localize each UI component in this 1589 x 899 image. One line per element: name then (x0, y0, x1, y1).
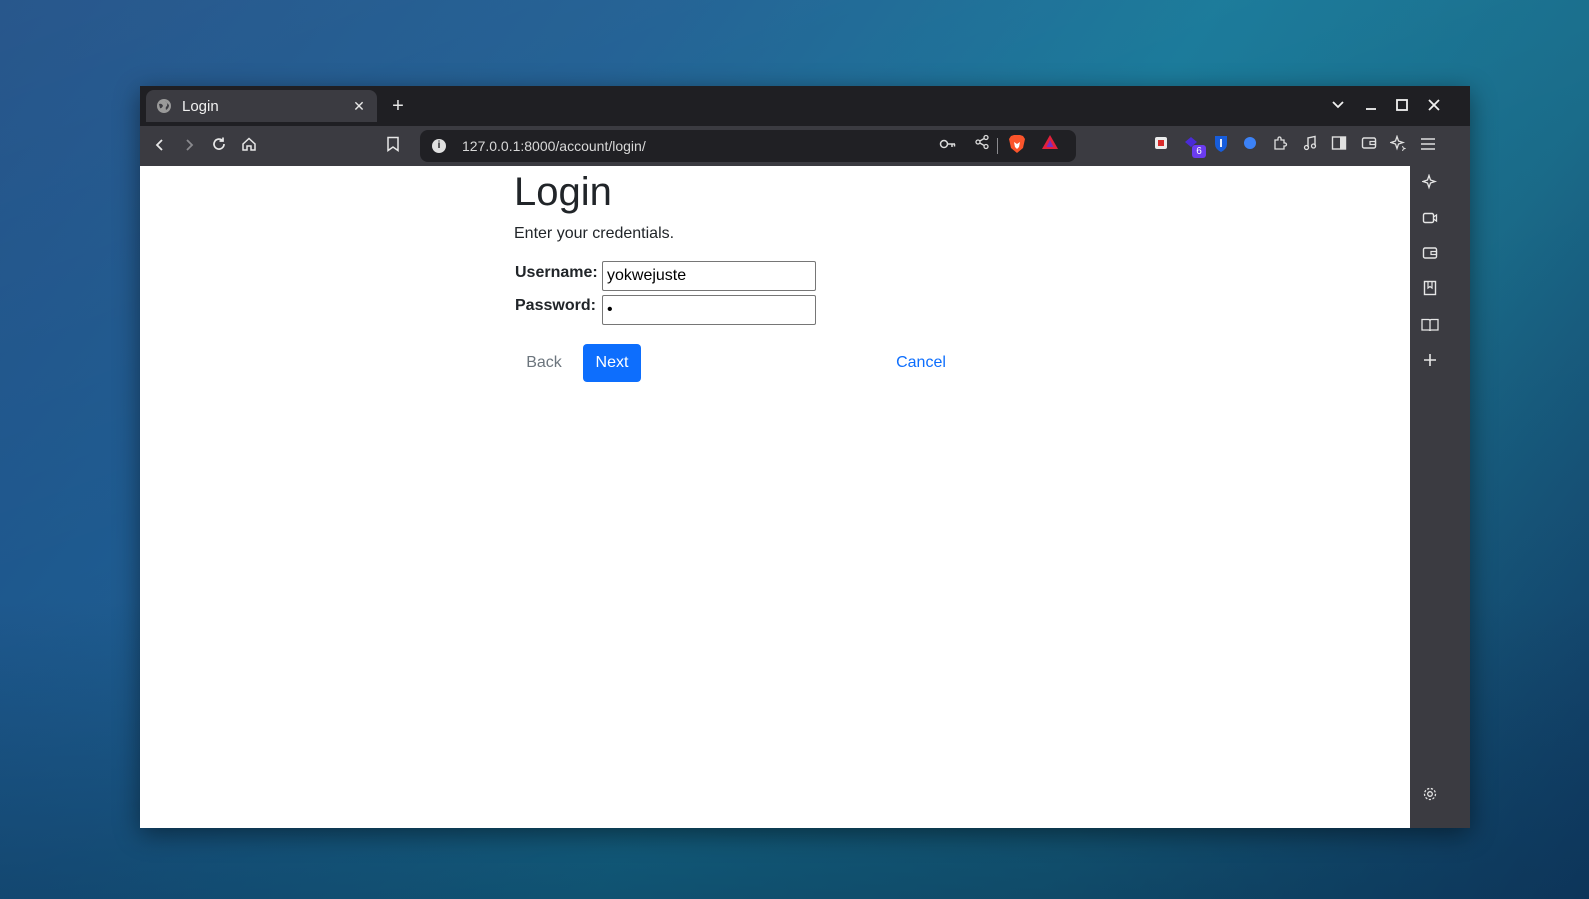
back-button[interactable]: Back (516, 344, 572, 382)
sidebar-toggle-icon[interactable] (1328, 135, 1350, 157)
key-icon[interactable] (937, 134, 959, 156)
triangle-icon[interactable] (1039, 134, 1061, 156)
bookmarks-icon[interactable] (1418, 280, 1442, 304)
password-label: Password: (515, 297, 596, 314)
browser-window: Login ✕ + i 127.0.0.1:8000/account/login… (140, 86, 1470, 828)
back-arrow-icon[interactable] (148, 134, 172, 158)
username-label: Username: (515, 264, 598, 281)
share-icon[interactable] (971, 134, 993, 156)
tab-title: Login (182, 97, 219, 115)
globe-icon (156, 98, 172, 114)
next-button[interactable]: Next (583, 344, 641, 382)
forward-arrow-icon[interactable] (177, 134, 201, 158)
reading-list-icon[interactable] (1418, 316, 1442, 340)
chevron-down-icon[interactable] (1326, 94, 1350, 118)
video-call-icon[interactable] (1418, 209, 1442, 233)
maximize-icon[interactable] (1390, 94, 1414, 118)
url-text[interactable]: 127.0.0.1:8000/account/login/ (462, 138, 646, 154)
leo-ai-icon[interactable] (1418, 173, 1442, 198)
bitwarden-icon[interactable] (1210, 135, 1232, 157)
toolbar: i 127.0.0.1:8000/account/login/ 6 (140, 126, 1470, 166)
window-close-icon[interactable] (1422, 94, 1446, 118)
browser-sidebar (1410, 166, 1450, 828)
badge-count: 6 (1192, 145, 1206, 158)
window-edge (1450, 166, 1470, 828)
plus-icon[interactable]: + (386, 94, 410, 118)
hamburger-menu-icon[interactable] (1417, 135, 1439, 157)
page-subtitle: Enter your credentials. (514, 225, 675, 242)
music-note-icon[interactable] (1299, 135, 1321, 157)
cancel-button[interactable]: Cancel (888, 344, 954, 382)
password-input[interactable] (602, 295, 816, 325)
settings-gear-icon[interactable] (1418, 786, 1442, 810)
username-input[interactable] (602, 261, 816, 291)
divider (997, 138, 998, 154)
home-icon[interactable] (237, 134, 261, 158)
wallet-icon[interactable] (1418, 245, 1442, 269)
page-title: Login (514, 170, 612, 214)
tab-login[interactable]: Login ✕ (146, 90, 377, 122)
tab-bar: Login ✕ + (140, 86, 1470, 126)
record-extension-icon[interactable] (1150, 135, 1172, 157)
brave-lion-icon[interactable] (1006, 134, 1028, 156)
close-icon[interactable]: ✕ (351, 98, 367, 114)
leo-ai-icon[interactable] (1387, 134, 1409, 157)
minimize-icon[interactable] (1359, 94, 1383, 118)
page-content: Login Enter your credentials. Username: … (140, 166, 1410, 828)
reload-icon[interactable] (207, 134, 231, 158)
extension-badge-icon[interactable]: 6 (1180, 135, 1206, 158)
wallet-icon[interactable] (1358, 135, 1380, 157)
puzzle-icon[interactable] (1269, 135, 1291, 157)
info-icon[interactable]: i (432, 139, 446, 153)
add-icon[interactable] (1418, 351, 1442, 375)
bookmark-icon[interactable] (381, 134, 405, 158)
blue-dot-icon[interactable] (1239, 135, 1261, 157)
